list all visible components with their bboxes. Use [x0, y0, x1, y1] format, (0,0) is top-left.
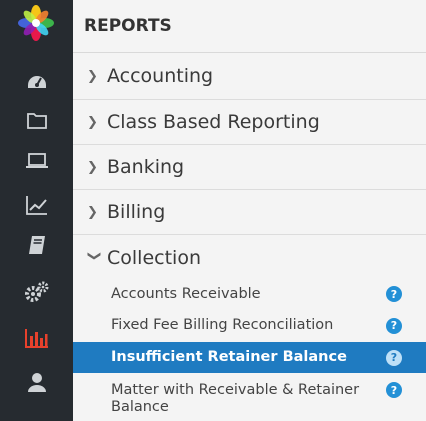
trend-chart-icon[interactable]: [0, 185, 73, 225]
category-accounting[interactable]: ❯ Accounting: [73, 53, 426, 100]
chevron-right-icon: ❯: [87, 68, 98, 84]
chevron-right-icon: ❯: [87, 114, 98, 130]
report-item-label: Accounts Receivable: [111, 285, 261, 302]
help-icon[interactable]: ?: [386, 317, 402, 334]
user-icon[interactable]: [0, 362, 73, 402]
report-item-insufficient-retainer-balance[interactable]: Insufficient Retainer Balance ?: [73, 342, 426, 373]
report-item-label: Fixed Fee Billing Reconciliation: [111, 317, 334, 333]
category-label: Class Based Reporting: [107, 111, 320, 133]
report-item-accounts-receivable[interactable]: Accounts Receivable ?: [73, 279, 426, 309]
category-label: Billing: [107, 201, 166, 223]
chevron-right-icon: ❯: [87, 159, 98, 175]
help-icon[interactable]: ?: [386, 349, 402, 366]
category-collection[interactable]: ❯ Collection: [73, 235, 426, 280]
help-icon[interactable]: ?: [386, 286, 402, 302]
category-class-based-reporting[interactable]: ❯ Class Based Reporting: [73, 100, 426, 145]
category-label: Banking: [107, 156, 185, 178]
chevron-right-icon: ❯: [87, 204, 98, 220]
bar-chart-icon[interactable]: [0, 318, 73, 358]
folder-icon[interactable]: [0, 101, 73, 141]
app-logo[interactable]: [16, 3, 56, 43]
reports-panel: REPORTS ❯ Accounting ❯ Class Based Repor…: [73, 0, 426, 421]
report-item-label: Insufficient Retainer Balance: [111, 349, 347, 365]
report-item-fixed-fee-billing-reconciliation[interactable]: Fixed Fee Billing Reconciliation ?: [73, 310, 426, 341]
left-nav-rail: [0, 0, 73, 421]
report-item-matter-with-receivable-and-retainer-balance[interactable]: Matter with Receivable & Retainer Balanc…: [73, 377, 426, 421]
chevron-down-icon: ❯: [86, 250, 102, 262]
help-icon[interactable]: ?: [386, 382, 402, 398]
category-banking[interactable]: ❯ Banking: [73, 145, 426, 190]
dashboard-icon[interactable]: [0, 61, 73, 101]
category-billing[interactable]: ❯ Billing: [73, 190, 426, 235]
book-icon[interactable]: [0, 225, 73, 265]
category-label: Collection: [107, 246, 201, 269]
page-title: REPORTS: [73, 0, 426, 53]
gears-icon[interactable]: [0, 272, 73, 312]
laptop-icon[interactable]: [0, 141, 73, 181]
report-item-label: Matter with Receivable & Retainer Balanc…: [111, 382, 360, 415]
category-label: Accounting: [107, 65, 214, 87]
